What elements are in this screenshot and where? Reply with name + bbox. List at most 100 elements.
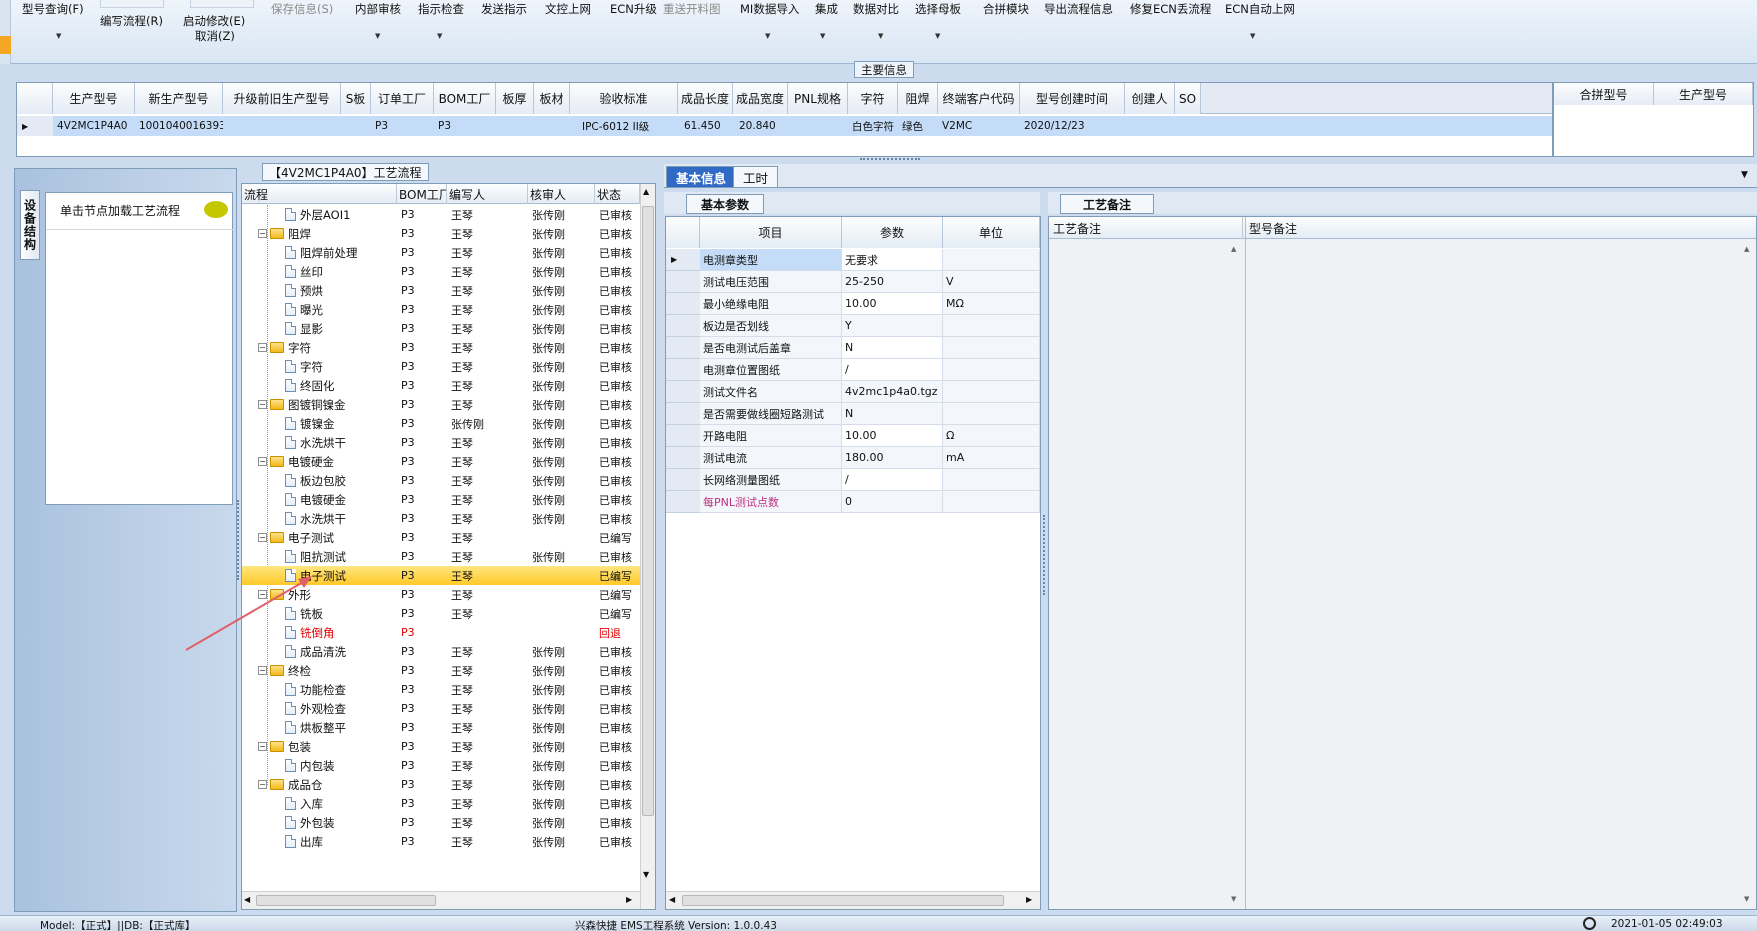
chevron-down-icon[interactable]: ▼	[375, 32, 380, 40]
tree-row[interactable]: 显影 P3 王琴 张传刚 已审核	[242, 319, 640, 338]
table-cell[interactable]: V2MC	[940, 116, 1020, 136]
tree-node[interactable]: 丝印	[285, 262, 397, 281]
scroll-up-icon[interactable]: ▲	[643, 187, 649, 196]
toolbar-button-3[interactable]: 取消(Z)	[195, 28, 235, 44]
select-all-corner[interactable]	[666, 217, 700, 248]
column-header[interactable]: 创建人	[1125, 83, 1175, 114]
tree-node[interactable]: 显影	[285, 319, 397, 338]
toolbar-button-6[interactable]: 指示检查	[418, 1, 464, 17]
tree-node[interactable]: 内包装	[285, 756, 397, 775]
params-section-tab[interactable]: 基本参数	[686, 194, 765, 214]
column-header[interactable]: 参数	[842, 217, 943, 248]
collapse-icon[interactable]: −	[258, 457, 267, 466]
scrollbar-thumb[interactable]	[682, 895, 1004, 906]
tree-row[interactable]: − 图镀铜镍金 P3 王琴 张传刚 已审核	[242, 395, 640, 414]
tree-row[interactable]: 水洗烘干 P3 王琴 张传刚 已审核	[242, 433, 640, 452]
chevron-down-icon[interactable]: ▼	[56, 32, 61, 40]
row-header[interactable]	[666, 491, 700, 513]
column-header[interactable]: 项目	[700, 217, 842, 248]
vertical-scrollbar[interactable]: ▲ ▼	[640, 184, 655, 909]
scroll-up-icon[interactable]: ▲	[1231, 245, 1236, 253]
tree-row[interactable]: 入库 P3 王琴 张传刚 已审核	[242, 794, 640, 813]
collapse-icon[interactable]: −	[258, 343, 267, 352]
tree-node[interactable]: − 阻焊	[258, 224, 396, 243]
mid-collapse-grip[interactable]	[1043, 515, 1046, 595]
toolbar-button-8[interactable]: 文控上网	[545, 1, 591, 17]
scroll-left-icon[interactable]: ◀	[244, 895, 250, 904]
horizontal-scrollbar[interactable]: ◀ ▶	[242, 891, 640, 909]
column-header[interactable]: BOM工厂	[434, 83, 496, 114]
column-header[interactable]: 单位	[943, 217, 1040, 248]
scroll-left-icon[interactable]: ◀	[669, 895, 675, 904]
param-value[interactable]: 10.00	[842, 293, 943, 315]
table-cell[interactable]	[498, 116, 534, 136]
toolbar-button-4[interactable]: 保存信息(S)	[271, 1, 333, 17]
row-header[interactable]	[666, 425, 700, 447]
table-cell[interactable]: 20.840	[735, 116, 788, 136]
column-header[interactable]: BOM工厂	[399, 184, 447, 204]
toolbar-button-18[interactable]: ECN自动上网	[1225, 1, 1295, 17]
tab-menu-arrow-icon[interactable]: ▼	[1741, 170, 1748, 180]
column-header[interactable]: 板材	[534, 83, 570, 114]
param-value[interactable]: 无要求	[842, 249, 943, 271]
collapse-icon[interactable]: −	[258, 400, 267, 409]
table-cell[interactable]	[790, 116, 848, 136]
table-cell[interactable]: P3	[436, 116, 496, 136]
column-header[interactable]: 订单工厂	[371, 83, 434, 114]
column-header[interactable]: 状态	[597, 184, 640, 204]
row-header[interactable]	[666, 469, 700, 491]
tree-node[interactable]: 外观检查	[285, 699, 397, 718]
param-value[interactable]: 25-250	[842, 271, 943, 293]
tree-node[interactable]: 板边包胶	[285, 471, 397, 490]
column-header[interactable]: 板厚	[496, 83, 534, 114]
row-header[interactable]	[666, 271, 700, 293]
toolbar-button-13[interactable]: 数据对比	[853, 1, 899, 17]
scroll-down-icon[interactable]: ▼	[1744, 895, 1749, 903]
collapse-icon[interactable]: −	[258, 742, 267, 751]
tree-node[interactable]: 入库	[285, 794, 397, 813]
column-header[interactable]: 合拼型号	[1554, 83, 1654, 105]
tree-node[interactable]: 预烘	[285, 281, 397, 300]
collapse-icon[interactable]: −	[258, 780, 267, 789]
column-header[interactable]: SO	[1175, 83, 1201, 114]
toolbar-button-1[interactable]: 编写流程(R)	[100, 13, 163, 29]
tree-row[interactable]: 曝光 P3 王琴 张传刚 已审核	[242, 300, 640, 319]
param-value[interactable]: 0	[842, 491, 943, 513]
tree-node[interactable]: 水洗烘干	[285, 433, 397, 452]
tab-work-hours[interactable]: 工时	[733, 166, 779, 187]
tree-row[interactable]: 终固化 P3 王琴 张传刚 已审核	[242, 376, 640, 395]
tree-row[interactable]: − 电子测试 P3 王琴 已编写	[242, 528, 640, 547]
toolbar-button-10[interactable]: 重送开料图	[663, 1, 721, 17]
tree-row[interactable]: 预烘 P3 王琴 张传刚 已审核	[242, 281, 640, 300]
collapse-icon[interactable]: −	[258, 666, 267, 675]
tree-row[interactable]: 内包装 P3 王琴 张传刚 已审核	[242, 756, 640, 775]
remarks-section-tab[interactable]: 工艺备注	[1060, 194, 1155, 214]
chevron-down-icon[interactable]: ▼	[935, 32, 940, 40]
tree-node[interactable]: 外包装	[285, 813, 397, 832]
tree-node[interactable]: − 字符	[258, 338, 396, 357]
tree-row[interactable]: − 字符 P3 王琴 张传刚 已审核	[242, 338, 640, 357]
row-header[interactable]	[666, 381, 700, 403]
toolbar-button-5[interactable]: 内部审核	[355, 1, 401, 17]
table-cell[interactable]: 绿色	[900, 116, 938, 136]
scrollbar-thumb[interactable]	[256, 895, 436, 906]
row-header[interactable]	[666, 359, 700, 381]
column-header[interactable]: 编写人	[449, 184, 528, 204]
row-header[interactable]	[666, 337, 700, 359]
table-cell[interactable]: 白色字符	[850, 116, 898, 136]
tree-node[interactable]: 曝光	[285, 300, 397, 319]
table-cell[interactable]: IPC-6012 II级	[572, 116, 678, 136]
column-header[interactable]: 流程	[244, 184, 397, 204]
tree-row[interactable]: − 阻焊 P3 王琴 张传刚 已审核	[242, 224, 640, 243]
param-value[interactable]: /	[842, 469, 943, 491]
column-header[interactable]: 终端客户代码	[938, 83, 1020, 114]
tree-row[interactable]: 字符 P3 王琴 张传刚 已审核	[242, 357, 640, 376]
column-header[interactable]: PNL规格	[788, 83, 848, 114]
table-cell[interactable]: 61.450	[680, 116, 733, 136]
table-cell[interactable]	[343, 116, 371, 136]
splitter-grip[interactable]	[860, 158, 920, 163]
tree-node[interactable]: − 图镀铜镍金	[258, 395, 396, 414]
collapse-icon[interactable]: −	[258, 229, 267, 238]
table-cell[interactable]: 2020/12/23	[1022, 116, 1125, 136]
table-cell[interactable]	[1177, 116, 1201, 136]
